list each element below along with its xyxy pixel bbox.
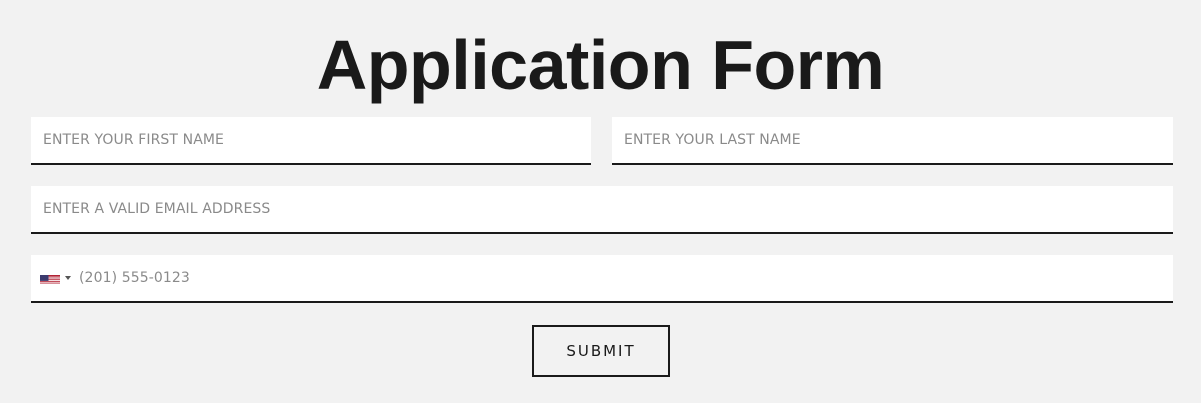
email-input[interactable]: [31, 186, 1173, 232]
phone-input[interactable]: [71, 255, 1173, 301]
country-code-dropdown[interactable]: [40, 255, 71, 301]
first-name-input[interactable]: [31, 117, 591, 163]
last-name-input[interactable]: [612, 117, 1173, 163]
last-name-field-wrapper: [612, 117, 1173, 165]
us-flag-icon: [40, 273, 60, 284]
phone-field-wrapper: [31, 255, 1173, 303]
email-field-wrapper: [31, 186, 1173, 234]
submit-button[interactable]: SUBMIT: [532, 325, 670, 377]
page-title: Application Form: [316, 26, 885, 104]
application-form-page: Application Form ENTER YOUR FIRST NAME E…: [0, 0, 1201, 403]
first-name-field-wrapper: [31, 117, 591, 165]
phone-field-inner: [31, 255, 1173, 301]
